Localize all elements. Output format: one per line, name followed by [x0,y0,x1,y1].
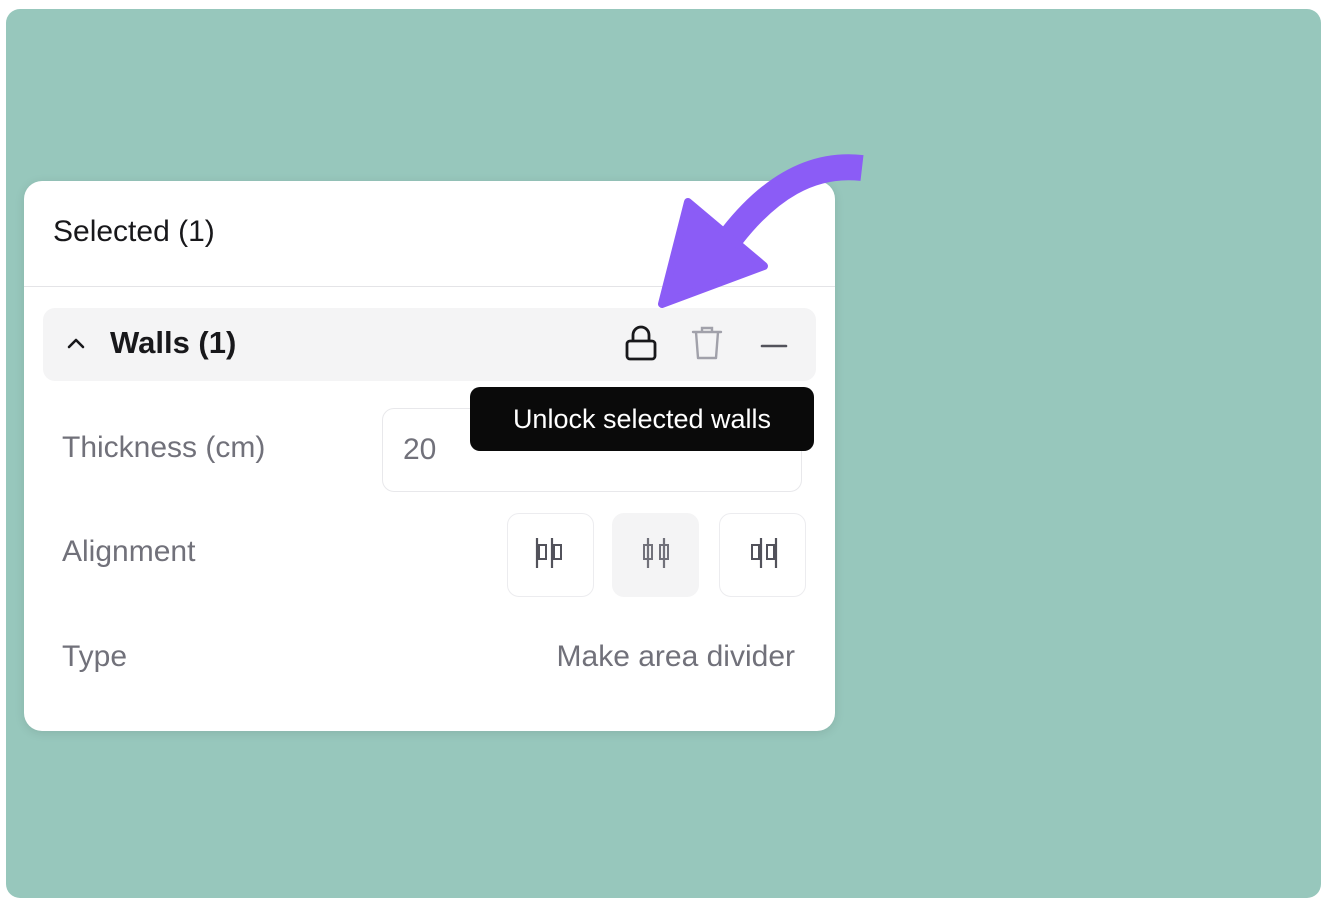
thickness-label: Thickness (cm) [62,431,266,464]
walls-section-title: Walls (1) [110,325,237,360]
trash-icon [690,324,724,367]
align-center-icon [639,535,673,576]
align-left-button[interactable] [507,513,594,597]
delete-button[interactable] [685,323,729,367]
align-left-icon [534,535,568,576]
tooltip-text: Unlock selected walls [512,403,772,434]
lock-icon [623,324,659,367]
unlock-tooltip: Unlock selected walls [470,387,814,451]
collapse-button[interactable] [752,323,796,367]
align-right-button[interactable] [719,513,806,597]
align-center-button[interactable] [612,513,699,597]
make-area-divider-button[interactable]: Make area divider [557,640,795,674]
chevron-up-icon[interactable] [65,332,87,354]
minus-icon [759,336,789,354]
type-label: Type [62,640,128,673]
panel-title: Selected (1) [53,215,215,248]
align-right-icon [746,535,780,576]
lock-button[interactable] [619,323,663,367]
alignment-label: Alignment [62,535,196,568]
annotation-arrow-icon [658,154,864,308]
